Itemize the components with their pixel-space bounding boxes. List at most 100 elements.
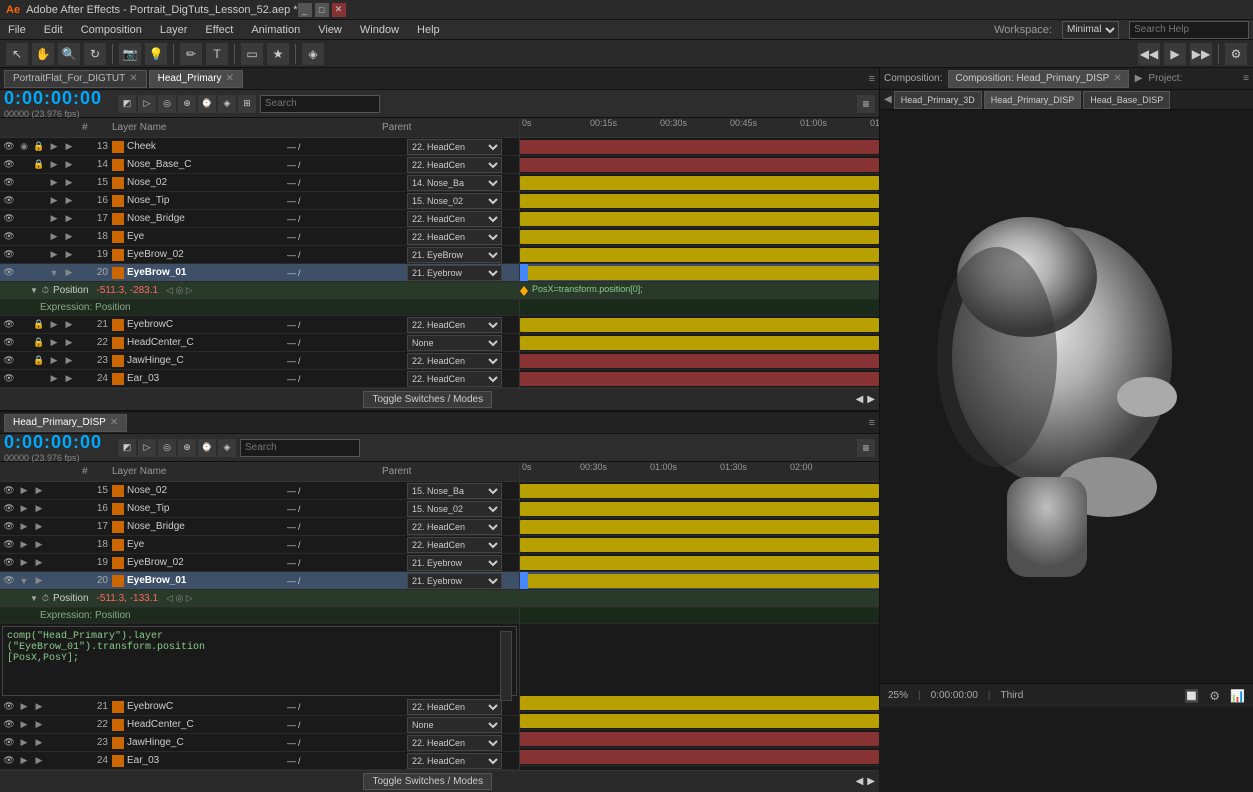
blayer-18-eye[interactable]: 👁 xyxy=(2,538,16,552)
blayer-16-expand2[interactable]: ▶ xyxy=(32,502,46,516)
blayer-23-eye[interactable]: 👁 xyxy=(2,736,16,750)
layer-22-expand[interactable]: ▶ xyxy=(47,336,61,350)
top-tool-4[interactable]: ⊕ xyxy=(178,95,196,113)
layer-16-solo[interactable] xyxy=(17,194,31,208)
layer-23-parent-select[interactable]: 22. HeadCen xyxy=(407,353,502,369)
layer-24-expand[interactable]: ▶ xyxy=(47,372,61,386)
bs17-2[interactable]: / xyxy=(298,522,301,532)
bs24-1[interactable]: — xyxy=(287,756,296,766)
blayer-15-expand2[interactable]: ▶ xyxy=(32,484,46,498)
layer-15-solo[interactable] xyxy=(17,176,31,190)
s22-1[interactable]: — xyxy=(287,338,296,348)
bposition-row[interactable]: ▼ ⏱ Position -511.3, -133.1 ◁ ◎ ▷ xyxy=(0,590,519,608)
layer-19-solo[interactable] xyxy=(17,248,31,262)
layer-22-lock[interactable]: 🔒 xyxy=(32,336,46,350)
layer-17-solo[interactable] xyxy=(17,212,31,226)
blayer-22-expand2[interactable]: ▶ xyxy=(32,718,46,732)
layer-24-eye[interactable]: 👁 xyxy=(2,372,16,386)
blayer-23-parent-select[interactable]: 22. HeadCen xyxy=(407,735,502,751)
bottom-scroll-right[interactable]: ▶ xyxy=(867,776,875,787)
top-tool-1[interactable]: ◩ xyxy=(118,95,136,113)
layer-24-parent-select[interactable]: 22. HeadCen xyxy=(407,371,502,387)
layer-20-expand[interactable]: ▼ xyxy=(47,266,61,280)
tool-text[interactable]: T xyxy=(206,43,228,65)
layer-17-lock[interactable] xyxy=(32,212,46,226)
layer-23-lock[interactable]: 🔒 xyxy=(32,354,46,368)
layer-19-lock[interactable] xyxy=(32,248,46,262)
bs18-2[interactable]: / xyxy=(298,540,301,550)
blayer-row-16[interactable]: 👁 ▶ ▶ 16 Nose_Tip — / xyxy=(0,500,519,518)
layer-20-solo[interactable] xyxy=(17,266,31,280)
layer-13-lock[interactable]: 🔒 xyxy=(32,140,46,154)
layer-18-expand2[interactable]: ▶ xyxy=(62,230,76,244)
layer-20-eye[interactable]: 👁 xyxy=(2,266,16,280)
blayer-20-expand2[interactable]: ▶ xyxy=(32,574,46,588)
bottom-tool-5[interactable]: ⌚ xyxy=(198,439,216,457)
s16-1[interactable]: — xyxy=(287,196,296,206)
layer-row-14[interactable]: 👁 🔒 ▶ ▶ 14 Nose_Base_C — / xyxy=(0,156,519,174)
layer-16-expand2[interactable]: ▶ xyxy=(62,194,76,208)
tool-hand[interactable]: ✋ xyxy=(32,43,54,65)
bs22-2[interactable]: / xyxy=(298,720,301,730)
s19-1[interactable]: — xyxy=(287,250,296,260)
layer-13-eye[interactable]: 👁 xyxy=(2,140,16,154)
bs15-2[interactable]: / xyxy=(298,486,301,496)
blayer-17-expand[interactable]: ▶ xyxy=(17,520,31,534)
layer-17-expand2[interactable]: ▶ xyxy=(62,212,76,226)
top-search-input[interactable] xyxy=(260,95,380,113)
layer-19-expand2[interactable]: ▶ xyxy=(62,248,76,262)
blayer-23-expand[interactable]: ▶ xyxy=(17,736,31,750)
blayer-20-eye[interactable]: 👁 xyxy=(2,574,16,588)
menu-file[interactable]: File xyxy=(4,24,30,36)
layer-16-expand[interactable]: ▶ xyxy=(47,194,61,208)
layer-13-parent-select[interactable]: 22. HeadCen xyxy=(407,139,502,155)
s15-1[interactable]: — xyxy=(287,178,296,188)
layer-13-expand2[interactable]: ▶ xyxy=(62,140,76,154)
tool-shape-star[interactable]: ★ xyxy=(267,43,289,65)
blayer-20-expand[interactable]: ▼ xyxy=(17,574,31,588)
blayer-19-eye[interactable]: 👁 xyxy=(2,556,16,570)
layer-20-lock[interactable] xyxy=(32,266,46,280)
workspace-select[interactable]: Minimal xyxy=(1062,21,1119,39)
top-tool-2[interactable]: ▷ xyxy=(138,95,156,113)
layer-22-parent-select[interactable]: None xyxy=(407,335,502,351)
layer-14-parent-select[interactable]: 22. HeadCen xyxy=(407,157,502,173)
layer-14-lock[interactable]: 🔒 xyxy=(32,158,46,172)
layer-24-lock[interactable] xyxy=(32,372,46,386)
menu-help[interactable]: Help xyxy=(413,24,444,36)
layer-22-eye[interactable]: 👁 xyxy=(2,336,16,350)
bottom-scroll-left[interactable]: ◀ xyxy=(856,776,864,787)
layer-20-parent-select[interactable]: 21. Eyebrow xyxy=(407,265,502,281)
top-scroll-right[interactable]: ▶ xyxy=(867,394,875,405)
top-tool-3[interactable]: ◎ xyxy=(158,95,176,113)
top-tool-5[interactable]: ⌚ xyxy=(198,95,216,113)
bottom-panel-menu[interactable]: ≡ xyxy=(869,417,875,429)
layer-18-solo[interactable] xyxy=(17,230,31,244)
s24-2[interactable]: / xyxy=(298,374,301,384)
layer-row-21[interactable]: 👁 🔒 ▶ ▶ 21 EyebrowC — / xyxy=(0,316,519,334)
search-help-input[interactable] xyxy=(1129,21,1249,39)
bs24-2[interactable]: / xyxy=(298,756,301,766)
bs18-1[interactable]: — xyxy=(287,540,296,550)
blayer-22-expand[interactable]: ▶ xyxy=(17,718,31,732)
bs19-2[interactable]: / xyxy=(298,558,301,568)
blayer-19-expand2[interactable]: ▶ xyxy=(32,556,46,570)
status-icon-3[interactable]: 📊 xyxy=(1230,689,1245,703)
layer-18-lock[interactable] xyxy=(32,230,46,244)
layer-row-22[interactable]: 👁 🔒 ▶ ▶ 22 HeadCenter_C — / xyxy=(0,334,519,352)
blayer-15-expand[interactable]: ▶ xyxy=(17,484,31,498)
layer-15-expand2[interactable]: ▶ xyxy=(62,176,76,190)
blayer-19-expand[interactable]: ▶ xyxy=(17,556,31,570)
tab-head-primary-disp[interactable]: Composition: Head_Primary_DISP ✕ xyxy=(948,70,1128,88)
bottom-tool-2[interactable]: ▷ xyxy=(138,439,156,457)
bs22-1[interactable]: — xyxy=(287,720,296,730)
layer-22-expand2[interactable]: ▶ xyxy=(62,336,76,350)
blayer-16-eye[interactable]: 👁 xyxy=(2,502,16,516)
s21-2[interactable]: / xyxy=(298,320,301,330)
bs20-1[interactable]: — xyxy=(287,576,296,586)
top-scroll-left[interactable]: ◀ xyxy=(856,394,864,405)
blayer-23-expand2[interactable]: ▶ xyxy=(32,736,46,750)
chevron-left-nav[interactable]: ◀ xyxy=(884,94,892,105)
menu-composition[interactable]: Composition xyxy=(77,24,146,36)
status-icon-2[interactable]: ⚙ xyxy=(1209,689,1220,703)
